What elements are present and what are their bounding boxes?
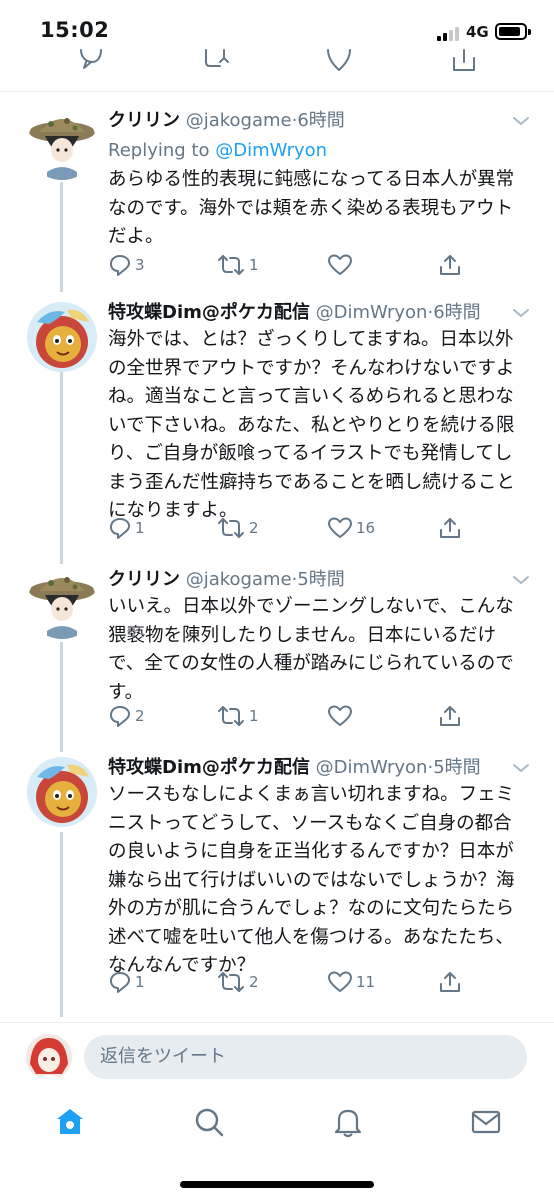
thread-line (60, 372, 63, 564)
like-icon[interactable] (325, 48, 353, 76)
previous-tweet-actions (0, 48, 554, 92)
tab-home[interactable] (54, 1106, 86, 1138)
tweet-time: 6時間 (297, 110, 345, 131)
tweet-text: 海外では、とは？ざっくりしてますね。日本以外の全世界でアウトですか？そんなわけな… (108, 329, 515, 521)
share-button[interactable] (438, 513, 462, 543)
home-icon (54, 1106, 86, 1138)
retweet-count: 1 (249, 707, 259, 725)
replying-to-label: Replying to (108, 140, 210, 161)
share-icon (438, 516, 462, 540)
avatar[interactable] (27, 757, 97, 827)
network-label: 4G (466, 23, 489, 41)
tab-messages[interactable] (470, 1106, 502, 1138)
retweet-count: 2 (249, 973, 259, 991)
share-icon (438, 970, 462, 994)
chevron-down-icon[interactable] (512, 112, 530, 131)
reply-button[interactable]: 2 (108, 701, 145, 731)
envelope-icon (470, 1106, 502, 1138)
reply-count: 1 (135, 973, 145, 991)
retweet-icon (216, 516, 246, 540)
tweet-header: クリリン @jakogame·6時間 (108, 110, 345, 131)
reply-icon (108, 970, 132, 994)
tweet-actions: 2 1 (108, 701, 548, 731)
tab-search[interactable] (193, 1106, 225, 1138)
heart-icon (327, 253, 353, 277)
retweet-button[interactable]: 2 (216, 513, 259, 543)
home-indicator (180, 1181, 374, 1188)
retweet-button[interactable]: 2 (216, 967, 259, 997)
thread-line (60, 642, 63, 752)
share-button[interactable] (438, 250, 462, 280)
status-time: 15:02 (40, 18, 110, 42)
search-icon (193, 1106, 225, 1138)
heart-icon (327, 516, 353, 540)
tweet-text: あらゆる性的表現に鈍感になってる日本人が異常なのです。海外では頬を赤く染める表現… (108, 169, 515, 247)
avatar[interactable] (27, 110, 97, 180)
reply-button[interactable]: 1 (108, 967, 145, 997)
replying-to: Replying to @DimWryon (108, 136, 327, 166)
tweet-text: いいえ。日本以外でゾーニングしないで、こんな猥褻物を陳列したりしません。日本にい… (108, 596, 514, 703)
tab-notifications[interactable] (332, 1106, 364, 1138)
share-button[interactable] (438, 967, 462, 997)
share-button[interactable] (438, 701, 462, 731)
user-handle[interactable]: @jakogame (186, 110, 292, 131)
retweet-count: 2 (249, 519, 259, 537)
avatar[interactable] (27, 302, 97, 372)
display-name[interactable]: クリリン (108, 110, 180, 131)
reply-input[interactable]: 返信をツイート (84, 1035, 527, 1079)
reply-icon (108, 253, 132, 277)
thread-line (60, 832, 63, 1017)
reply-count: 3 (135, 256, 145, 274)
battery-icon (495, 23, 531, 40)
retweet-icon (216, 253, 246, 277)
retweet-count: 1 (249, 256, 259, 274)
reply-count: 2 (135, 707, 145, 725)
retweet-button[interactable]: 1 (216, 250, 259, 280)
tweet-actions: 3 1 (108, 250, 548, 280)
tweet-text: ソースもなしによくまぁ言い切れますね。フェミニストってどうして、ソースもなくご自… (108, 784, 515, 976)
reply-icon (108, 704, 132, 728)
reply-icon[interactable] (77, 48, 105, 76)
retweet-icon (216, 704, 246, 728)
reply-icon (108, 516, 132, 540)
share-icon[interactable] (450, 48, 478, 76)
reply-count: 1 (135, 519, 145, 537)
heart-icon (327, 970, 353, 994)
retweet-icon[interactable] (198, 48, 232, 76)
reply-bar: 返信をツイート (0, 1022, 554, 1088)
retweet-button[interactable]: 1 (216, 701, 259, 731)
avatar[interactable] (27, 569, 97, 639)
reply-button[interactable]: 3 (108, 250, 145, 280)
like-button[interactable] (327, 250, 356, 280)
share-icon (438, 704, 462, 728)
tweet-actions: 1 2 11 (108, 967, 548, 997)
share-icon (438, 253, 462, 277)
reply-button[interactable]: 1 (108, 513, 145, 543)
like-button[interactable]: 16 (327, 513, 375, 543)
signal-icon (437, 25, 463, 41)
like-count: 11 (356, 973, 376, 991)
tweet-actions: 1 2 16 (108, 513, 548, 543)
heart-icon (327, 704, 353, 728)
bell-icon (332, 1106, 364, 1138)
thread-line (60, 182, 63, 292)
replying-to-handle[interactable]: @DimWryon (215, 140, 327, 161)
like-button[interactable]: 11 (327, 967, 375, 997)
my-avatar[interactable] (26, 1034, 72, 1080)
like-button[interactable] (327, 701, 356, 731)
like-count: 16 (356, 519, 376, 537)
retweet-icon (216, 970, 246, 994)
